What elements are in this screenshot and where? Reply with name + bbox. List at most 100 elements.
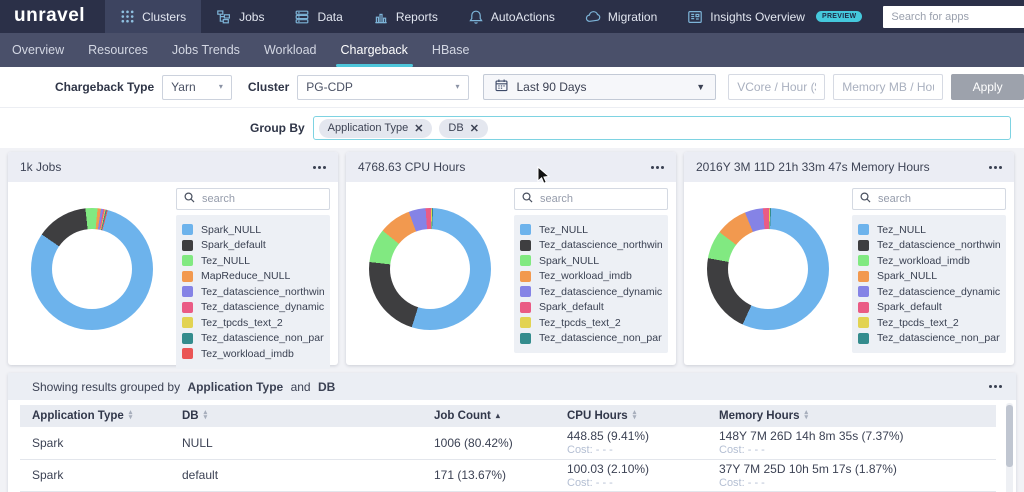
results-header: Showing results grouped by Application T… [8,373,1016,400]
legend-label: Tez_workload_imdb [539,270,632,283]
memory-rate-input[interactable] [833,74,944,100]
vcore-rate-input[interactable] [728,74,826,100]
legend-item[interactable]: Tez_tpcds_text_2 [858,315,1000,331]
legend-item[interactable]: Tez_datascience_northwind [182,284,324,300]
results-group-1: Application Type [187,379,284,394]
legend-swatch [520,239,531,251]
legend-item[interactable]: Spark_NULL [520,253,662,269]
remove-tag-icon[interactable]: ✕ [414,122,423,135]
cell-value: 37Y 7M 25D 10h 5m 17s (1.87%) [719,461,897,476]
chargeback-type-select[interactable]: Yarn ▾ [162,74,232,100]
legend-swatch [858,332,869,344]
legend-item[interactable]: Tez_datascience_non_parti... [858,331,1000,347]
legend-item[interactable]: Tez_datascience_non_parti... [520,331,662,347]
legend-item[interactable]: Tez_datascience_northwind [858,238,1000,254]
nav-item-reports[interactable]: Reports [358,0,453,33]
legend-item[interactable]: Tez_datascience_non_parti... [182,331,324,347]
legend-item[interactable]: Tez_workload_imdb [182,346,324,362]
legend-search-input[interactable] [540,193,640,205]
subnav-item-jobs-trends[interactable]: Jobs Trends [160,33,252,67]
table-row[interactable]: Spark NULL 1006 (80.42%) 448.85 (9.41%) Cost… [20,427,996,460]
subnav-item-chargeback[interactable]: Chargeback [329,33,420,67]
card-body: Tez_NULL Tez_datascience_northwind Spark_N… [346,182,676,353]
legend-label: Tez_datascience_dynamic_p... [539,285,662,298]
subnav-item-resources[interactable]: Resources [76,33,160,67]
legend-item[interactable]: Tez_datascience_northwind [520,238,662,254]
card-header: 1k Jobs [8,152,338,182]
legend-column: Tez_NULL Tez_datascience_northwind Spark_N… [514,188,668,353]
legend-item[interactable]: Spark_NULL [858,269,1000,285]
table-cell: NULL [170,427,422,460]
subnav-item-overview[interactable]: Overview [0,33,76,67]
sort-icon[interactable]: ▴ ▾ [129,410,133,421]
group-by-input[interactable]: Application Type ✕ DB ✕ [312,116,1011,140]
column-header-job-count[interactable]: Job Count ▴ [422,405,555,427]
legend-swatch [520,224,531,236]
legend-swatch [858,317,869,329]
remove-tag-icon[interactable]: ✕ [470,122,479,135]
nav-item-clusters[interactable]: Clusters [105,0,202,33]
legend-item[interactable]: Tez_workload_imdb [858,253,1000,269]
legend-item[interactable]: Spark_default [858,300,1000,316]
legend-item[interactable]: Tez_NULL [858,222,1000,238]
column-header-application-type[interactable]: Application Type ▴ ▾ [20,405,170,427]
subnav-item-hbase[interactable]: HBase [420,33,482,67]
legend-item[interactable]: Tez_tpcds_text_2 [182,315,324,331]
sort-icon[interactable]: ▴ ▾ [805,410,809,421]
card-more-options-icon[interactable] [313,162,326,173]
table-scrollbar[interactable] [1006,403,1013,492]
column-header-cpu-hours[interactable]: CPU Hours ▴ ▾ [555,405,707,427]
results-more-options-icon[interactable] [989,381,1002,392]
legend-column: Tez_NULL Tez_datascience_northwind Tez_wor… [852,188,1006,353]
nav-item-migration[interactable]: Migration [570,0,672,33]
legend-item[interactable]: Tez_NULL [520,222,662,238]
sort-icon[interactable]: ▴ ▾ [204,410,208,421]
nav-item-jobs[interactable]: Jobs [201,0,279,33]
legend-list: Tez_NULL Tez_datascience_northwind Spark_N… [514,215,668,353]
migration-icon [585,9,601,25]
legend-item[interactable]: Tez_workload_imdb [520,269,662,285]
nav-item-label: AutoActions [490,9,555,24]
legend-search-input[interactable] [202,193,302,205]
scrollbar-thumb[interactable] [1006,405,1013,467]
card-more-options-icon[interactable] [989,162,1002,173]
legend-item[interactable]: MapReduce_NULL [182,269,324,285]
legend-search-input[interactable] [878,193,978,205]
legend-search [852,188,1006,210]
legend-item[interactable]: Spark_default [520,300,662,316]
legend-item[interactable]: Tez_datascience_dynamic_p... [858,284,1000,300]
cluster-select[interactable]: PG-CDP ▾ [297,74,469,100]
column-header-db[interactable]: DB ▴ ▾ [170,405,422,427]
sort-icon[interactable]: ▴ ▾ [633,410,637,421]
apply-button[interactable]: Apply [951,74,1024,100]
chevron-down-icon: ▼ [696,81,706,92]
cell-value: 171 (13.67%) [434,468,507,482]
unravel-logo: unravel [14,4,86,26]
legend-item[interactable]: Tez_NULL [182,253,324,269]
nav-item-data[interactable]: Data [279,0,357,33]
legend-item[interactable]: Tez_datascience_dynamic_p... [520,284,662,300]
legend-item[interactable]: Spark_NULL [182,222,324,238]
nav-item-autoactions[interactable]: AutoActions [453,0,570,33]
results-panel: Showing results grouped by Application T… [8,373,1016,492]
group-by-tag-application-type: Application Type ✕ [318,118,433,138]
legend-label: Tez_datascience_non_parti... [539,332,662,345]
sort-icon[interactable]: ▴ [496,412,500,419]
top-navbar: unravel Clusters Jobs Data Reports AutoActio… [0,0,1024,33]
legend-search [514,188,668,210]
column-label: DB [182,410,199,422]
cell-value: default [182,468,219,482]
subnav-item-workload[interactable]: Workload [252,33,329,67]
column-header-memory-hours[interactable]: Memory Hours ▴ ▾ [707,405,996,427]
search-input[interactable] [883,5,1024,28]
nav-item-insights-overview[interactable]: Insights Overview PREVIEW [672,0,877,33]
cell-value: 100.03 (2.10%) [567,461,650,476]
legend-item[interactable]: Tez_tpcds_text_2 [520,315,662,331]
table-row[interactable]: Spark default 171 (13.67%) 100.03 (2.10%) Co… [20,459,996,492]
results-table: Application Type ▴ ▾ DB ▴ ▾ Job Count ▴ CPU Hour… [20,405,996,492]
date-range-select[interactable]: Last 90 Days ▼ [482,74,717,100]
legend-item[interactable]: Spark_default [182,238,324,254]
legend-swatch [182,270,193,282]
card-more-options-icon[interactable] [651,162,664,173]
legend-item[interactable]: Tez_datascience_dynamic_p... [182,300,324,316]
